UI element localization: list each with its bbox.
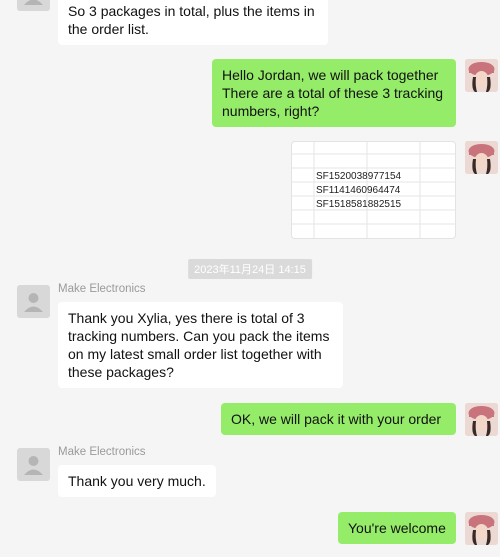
user-photo-avatar	[465, 403, 498, 436]
message-bubble-outgoing[interactable]: You're welcome	[338, 512, 456, 544]
tracking-number: SF1520038977154	[316, 171, 402, 182]
sender-name: Make Electronics	[58, 446, 146, 458]
user-avatar[interactable]	[465, 512, 498, 545]
message-bubble-outgoing[interactable]: Hello Jordan, we will pack together Ther…	[212, 59, 456, 127]
user-avatar[interactable]	[465, 141, 498, 174]
user-photo-avatar	[465, 512, 498, 545]
message-timestamp: 2023年11月24日 14:15	[188, 259, 312, 279]
contact-avatar[interactable]	[17, 0, 50, 11]
person-placeholder-icon	[24, 0, 43, 5]
tracking-number: SF1518581882515	[316, 199, 402, 210]
person-placeholder-icon	[24, 293, 43, 312]
user-avatar[interactable]	[465, 403, 498, 436]
contact-avatar[interactable]	[17, 448, 50, 481]
tracking-number: SF1141460964474	[316, 185, 401, 196]
contact-avatar[interactable]	[17, 285, 50, 318]
message-bubble-incoming[interactable]: Thank you Xylia, yes there is total of 3…	[58, 302, 343, 388]
message-bubble-incoming[interactable]: So 3 packages in total, plus the items i…	[58, 0, 328, 45]
user-photo-avatar	[465, 141, 498, 174]
sender-name: Make Electronics	[58, 283, 146, 295]
tracking-numbers-image[interactable]: SF1520038977154 SF1141460964474 SF151858…	[291, 141, 456, 239]
message-bubble-outgoing[interactable]: OK, we will pack it with your order	[221, 403, 456, 435]
user-avatar[interactable]	[465, 59, 498, 92]
person-placeholder-icon	[24, 456, 43, 475]
message-bubble-incoming[interactable]: Thank you very much.	[58, 465, 216, 497]
tracking-number-list: SF1520038977154 SF1141460964474 SF151858…	[316, 170, 401, 212]
user-photo-avatar	[465, 59, 498, 92]
